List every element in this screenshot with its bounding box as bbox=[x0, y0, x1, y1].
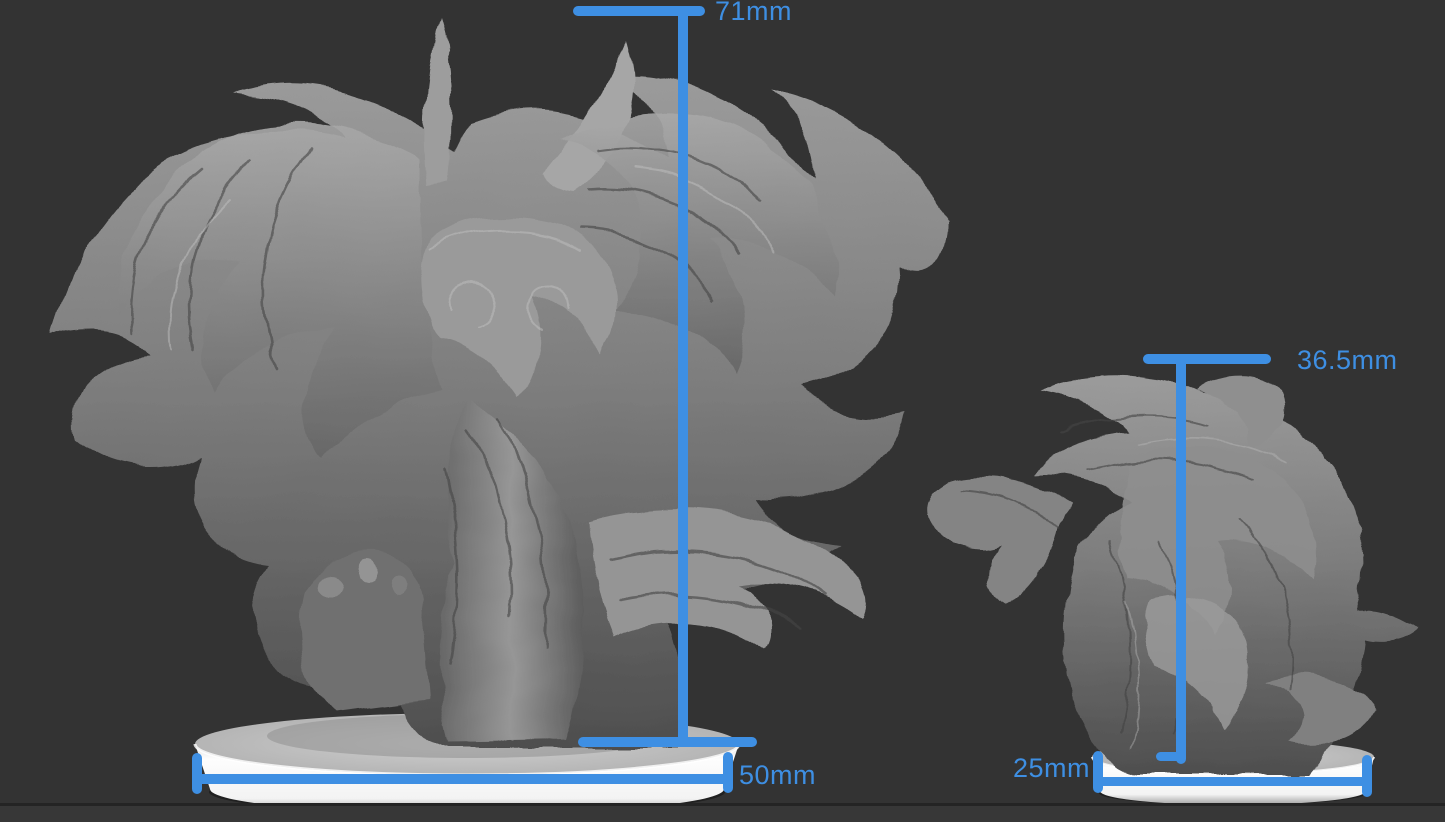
width-dimension-small-line bbox=[1098, 777, 1368, 786]
width-dimension-large-line bbox=[197, 774, 731, 784]
render-viewport: 71mm 50mm 36.5mm 25mm bbox=[0, 0, 1445, 822]
width-dimension-small-right-cap bbox=[1362, 755, 1372, 797]
height-dimension-large-stem bbox=[678, 9, 688, 746]
height-label-large: 71mm bbox=[715, 0, 792, 25]
small-model-render bbox=[928, 376, 1418, 775]
height-label-small: 36.5mm bbox=[1297, 347, 1398, 374]
height-dimension-large-bottom-tick bbox=[578, 737, 757, 747]
height-dimension-small-stem bbox=[1176, 357, 1186, 764]
width-label-large: 50mm bbox=[739, 762, 816, 789]
floor-strip bbox=[0, 806, 1445, 822]
horn bbox=[425, 22, 451, 185]
height-dimension-small-top-tick bbox=[1143, 354, 1271, 364]
large-model-render bbox=[52, 22, 947, 748]
height-dimension-small-bottom-tick bbox=[1156, 752, 1186, 761]
width-dimension-large-left-cap bbox=[192, 753, 202, 794]
width-dimension-large-right-cap bbox=[723, 752, 733, 793]
scene-render bbox=[0, 0, 1445, 822]
width-label-small: 25mm bbox=[1013, 755, 1090, 782]
width-dimension-small-left-cap bbox=[1093, 751, 1103, 793]
